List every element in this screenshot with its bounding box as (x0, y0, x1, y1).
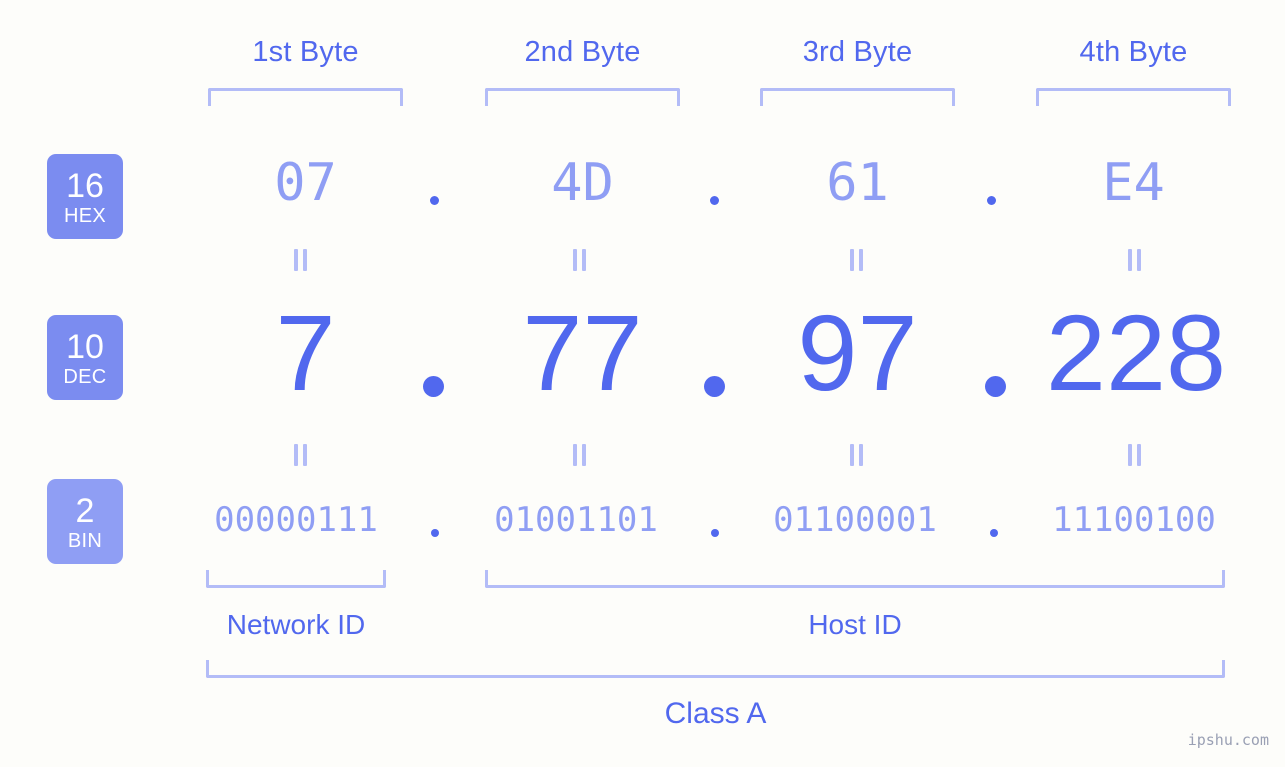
bin-byte-1: 00000111 (214, 500, 378, 540)
dec-byte-2: 77 (522, 292, 643, 413)
bin-dot-separator-3 (990, 529, 998, 537)
byte-header-label-3: 3rd Byte (802, 36, 913, 68)
dec-dot-separator-3 (985, 376, 1006, 397)
byte-header-label-4: 4th Byte (1079, 36, 1188, 68)
class-bracket (206, 660, 1225, 678)
host-id-bracket (485, 570, 1225, 588)
byte-bracket-3 (760, 88, 955, 106)
byte-bracket-1 (208, 88, 403, 106)
badge-dec: 10 DEC (47, 315, 123, 400)
byte-bracket-4 (1036, 88, 1231, 106)
class-label: Class A (664, 697, 767, 730)
dec-dot-separator-2 (704, 376, 725, 397)
badge-bin: 2 BIN (47, 479, 123, 564)
dec-dot-separator-1 (423, 376, 444, 397)
bin-dot-separator-2 (711, 529, 719, 537)
hex-byte-3: 61 (826, 153, 889, 213)
bin-byte-3: 01100001 (773, 500, 937, 540)
byte-bracket-2 (485, 88, 680, 106)
equals-mark-dec-bin-1 (293, 444, 309, 466)
hex-byte-2: 4D (551, 153, 614, 213)
hex-byte-4: E4 (1102, 153, 1165, 213)
bin-dot-separator-1 (431, 529, 439, 537)
bin-byte-2: 01001101 (494, 500, 658, 540)
byte-header-label-2: 2nd Byte (524, 36, 641, 68)
equals-mark-hex-dec-3 (849, 249, 865, 271)
equals-mark-hex-dec-2 (572, 249, 588, 271)
hex-dot-separator-2 (710, 196, 719, 205)
host-id-label: Host ID (808, 609, 902, 640)
hex-byte-1: 07 (274, 153, 337, 213)
badge-bin-number: 2 (75, 491, 95, 530)
network-id-bracket (206, 570, 386, 588)
site-watermark: ipshu.com (1187, 731, 1269, 749)
equals-mark-dec-bin-3 (849, 444, 865, 466)
ip-address-breakdown-diagram: 1st Byte 2nd Byte 3rd Byte 4th Byte 16 H… (0, 0, 1285, 767)
equals-mark-hex-dec-4 (1127, 249, 1143, 271)
bin-byte-4: 11100100 (1052, 500, 1216, 540)
dec-byte-1: 7 (275, 292, 336, 413)
equals-mark-hex-dec-1 (293, 249, 309, 271)
dec-byte-4: 228 (1045, 292, 1227, 413)
network-id-label: Network ID (226, 609, 366, 640)
hex-dot-separator-1 (430, 196, 439, 205)
dec-byte-3: 97 (797, 292, 918, 413)
badge-bin-system: BIN (67, 529, 103, 552)
byte-header-label-1: 1st Byte (252, 36, 359, 68)
badge-hex-number: 16 (66, 166, 104, 205)
badge-dec-number: 10 (66, 327, 104, 366)
badge-hex-system: HEX (63, 204, 107, 227)
equals-mark-dec-bin-2 (572, 444, 588, 466)
badge-hex: 16 HEX (47, 154, 123, 239)
badge-dec-system: DEC (63, 365, 107, 388)
hex-dot-separator-3 (987, 196, 996, 205)
equals-mark-dec-bin-4 (1127, 444, 1143, 466)
